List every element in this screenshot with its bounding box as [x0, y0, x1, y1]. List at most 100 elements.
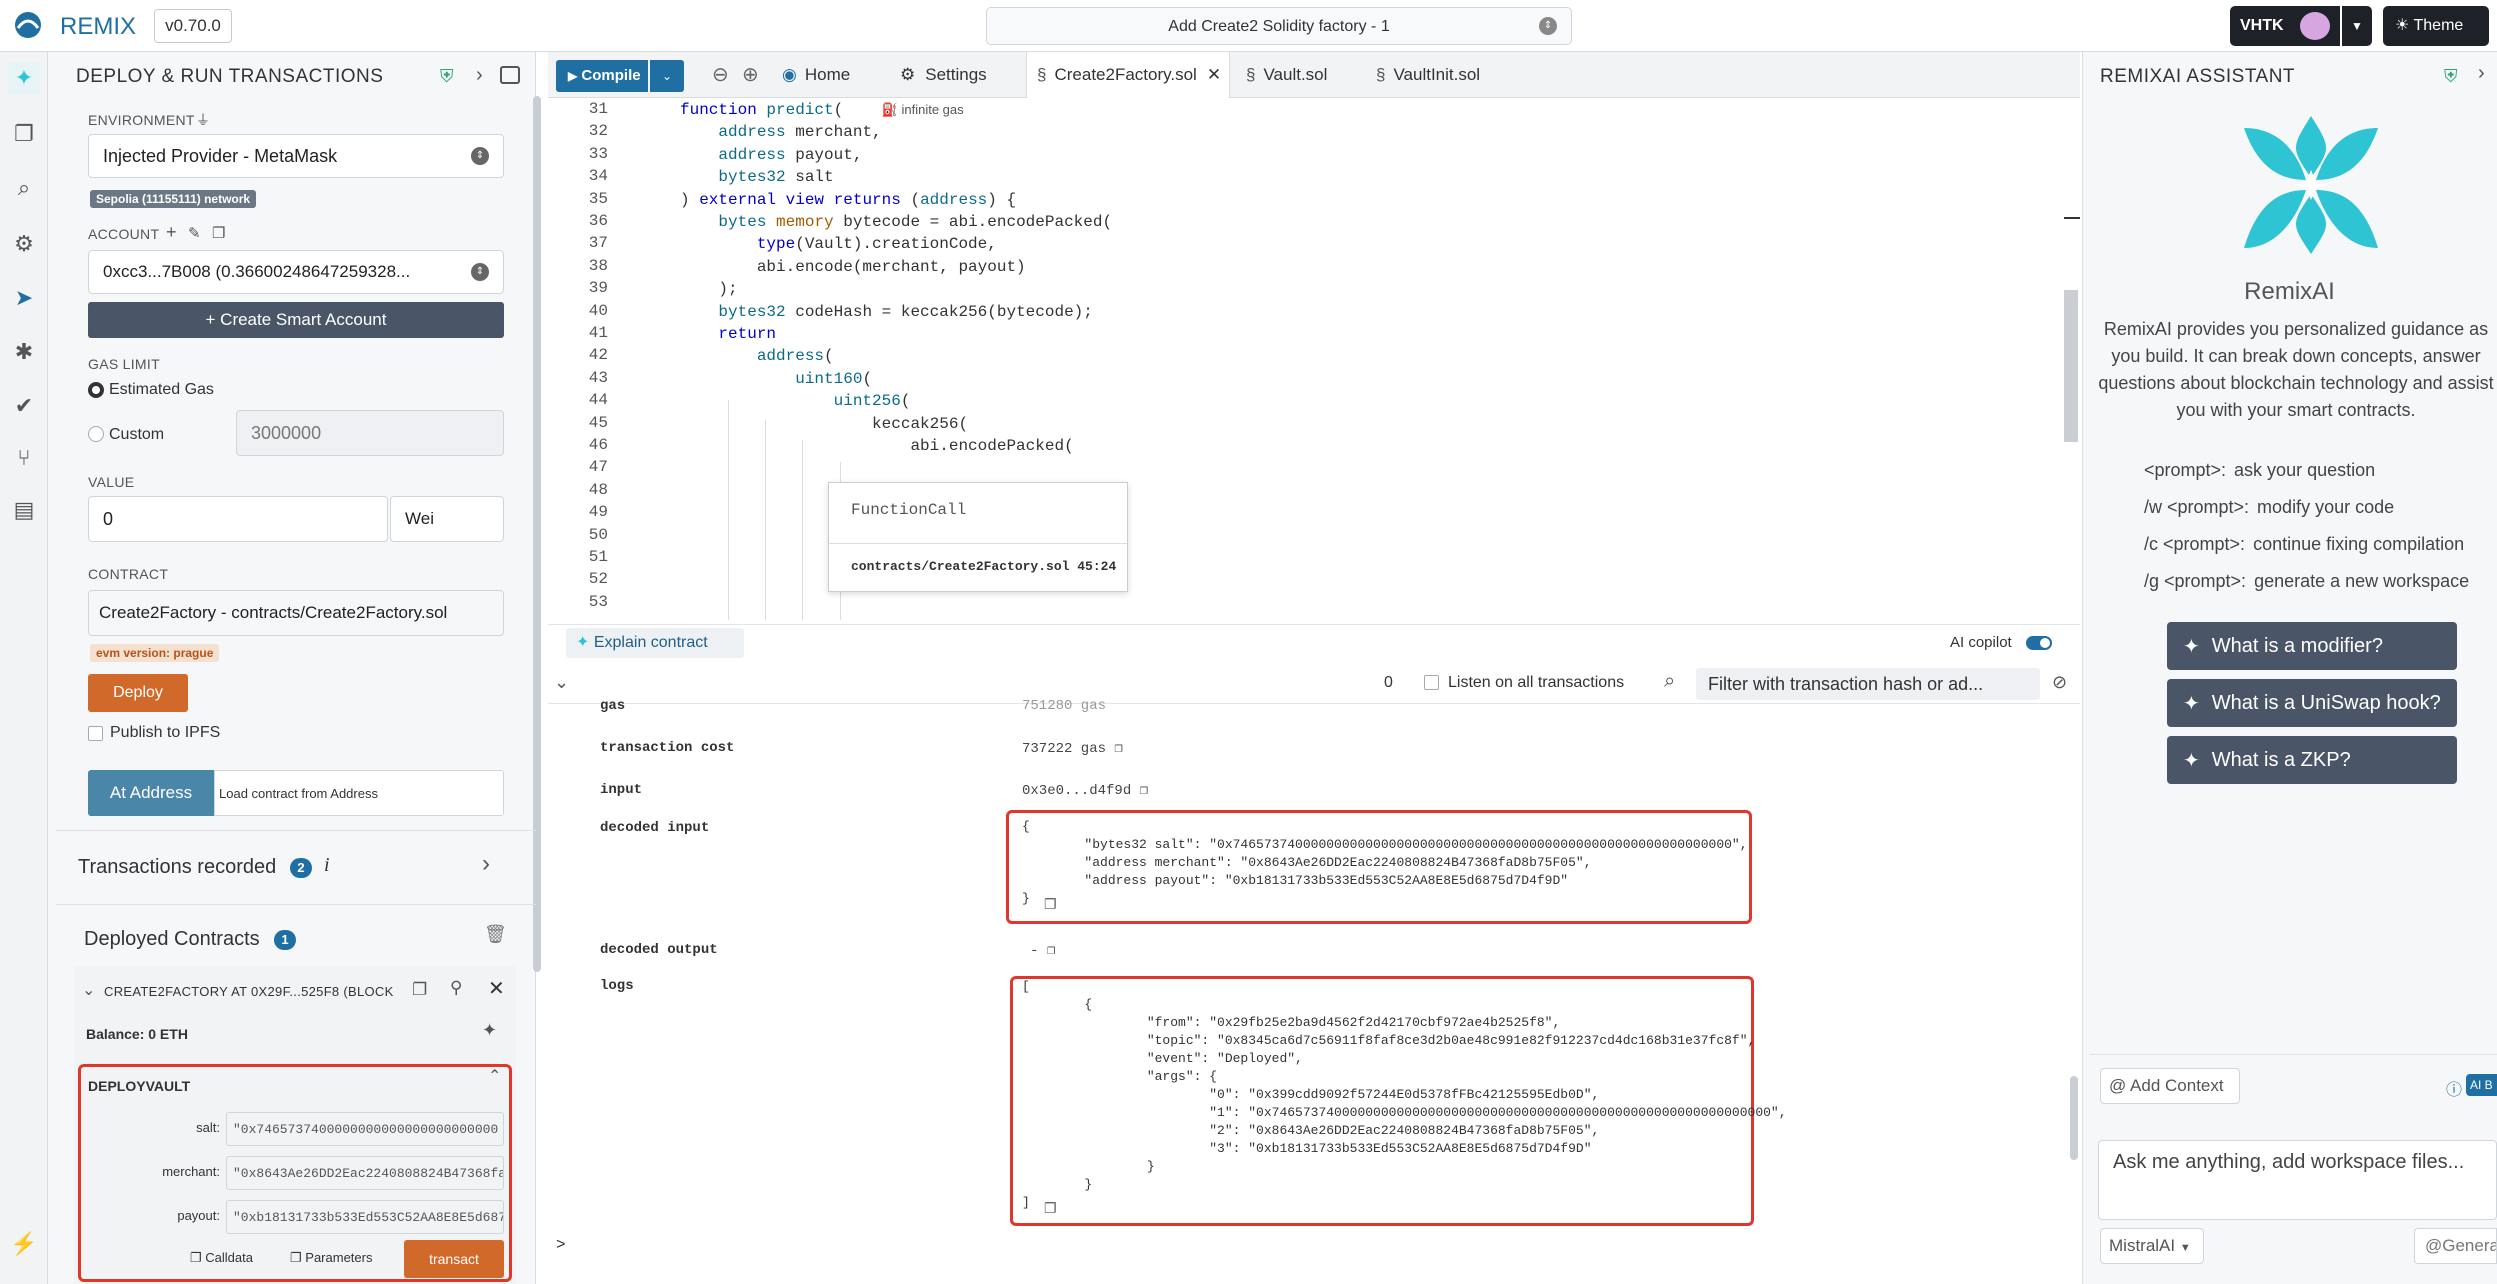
- file-explorer-icon[interactable]: ❐: [8, 118, 40, 150]
- account-dropdown-button[interactable]: ▼: [2342, 6, 2372, 46]
- pin-icon[interactable]: ⚲: [450, 978, 462, 998]
- generate-button[interactable]: @Genera: [2414, 1228, 2497, 1264]
- shield-icon: ⛨: [2444, 66, 2458, 86]
- clear-console-icon[interactable]: ⊘: [2052, 672, 2067, 693]
- value-label: VALUE: [88, 474, 135, 490]
- tab-create2factory[interactable]: § Create2Factory.sol ✕: [1026, 52, 1230, 98]
- network-badge: Sepolia (11155111) network: [90, 190, 257, 208]
- command-description: generate a new workspace: [2254, 571, 2470, 591]
- function-call-tooltip: FunctionCall contracts/Create2Factory.so…: [828, 482, 1128, 592]
- chevron-right-icon[interactable]: ›: [2478, 62, 2485, 85]
- tooltip-divider: [829, 543, 1127, 544]
- chevron-down-icon[interactable]: ⌄: [82, 980, 95, 1000]
- gas-label: gas: [600, 698, 626, 714]
- compile-dropdown-button[interactable]: ⌄: [650, 60, 684, 92]
- suggestion-button[interactable]: ✦ What is a modifier?: [2167, 622, 2457, 670]
- zoom-in-icon[interactable]: ⊕: [742, 62, 759, 87]
- copy-icon[interactable]: ❐: [1044, 896, 1057, 913]
- workspace-selector[interactable]: Add Create2 Solidity factory - 1 ⇕: [986, 7, 1572, 45]
- model-select[interactable]: MistralAI ▼: [2100, 1228, 2204, 1264]
- tab-settings[interactable]: ⚙ Settings: [900, 52, 987, 98]
- create-smart-account-button[interactable]: + Create Smart Account: [88, 302, 504, 338]
- environment-select[interactable]: Injected Provider - MetaMask ⇕: [88, 134, 504, 178]
- chat-input[interactable]: Ask me anything, add workspace files...: [2098, 1140, 2497, 1220]
- account-badge[interactable]: VHTK: [2230, 6, 2340, 46]
- copy-icon[interactable]: ❐: [1140, 783, 1148, 799]
- copy-icon[interactable]: ❐: [1047, 943, 1055, 959]
- param-input[interactable]: "0xb18131733b533Ed553C52AA8E8E5d687: [226, 1200, 504, 1234]
- parameters-button[interactable]: ❐ Parameters: [290, 1250, 372, 1266]
- decoded-input-label: decoded input: [600, 820, 710, 836]
- tab-vaultinit[interactable]: § VaultInit.sol: [1376, 52, 1480, 98]
- copy-icon[interactable]: ❐: [412, 980, 427, 1000]
- ai-copilot-toggle[interactable]: [2026, 636, 2052, 650]
- param-value: "0xb18131733b533Ed553C52AA8E8E5d687: [233, 1210, 504, 1225]
- command-name: <prompt>:: [2144, 460, 2227, 480]
- param-input[interactable]: "0x8643Ae26DD2Eac2240808824B47368fa: [226, 1156, 504, 1190]
- editor-scrollbar[interactable]: [2064, 290, 2078, 442]
- sparkle-icon[interactable]: ✦: [482, 1020, 497, 1041]
- account-select[interactable]: 0xcc3...7B008 (0.36600248647259328... ⇕: [88, 250, 504, 294]
- line-number: 31: [588, 100, 608, 118]
- remix-logo-icon[interactable]: [8, 10, 52, 40]
- trash-icon[interactable]: 🗑: [484, 924, 507, 945]
- value-unit-select[interactable]: Wei: [390, 496, 504, 542]
- copy-icon[interactable]: ❐: [1114, 741, 1122, 757]
- listen-checkbox[interactable]: [1424, 675, 1439, 690]
- close-icon[interactable]: ✕: [488, 976, 505, 1001]
- compile-button[interactable]: ▶ Compile: [556, 60, 648, 92]
- param-label: payout:: [177, 1208, 220, 1223]
- copy-icon[interactable]: ❐: [1044, 1200, 1057, 1217]
- zoom-out-icon[interactable]: ⊖: [712, 62, 729, 87]
- value-input[interactable]: 0: [88, 496, 388, 542]
- transact-button[interactable]: transact: [404, 1240, 504, 1278]
- param-input[interactable]: "0x7465737400000000000000000000000: [226, 1112, 504, 1146]
- workspace-name: Add Create2 Solidity factory - 1: [1168, 18, 1390, 35]
- deploy-button[interactable]: Deploy: [88, 674, 188, 712]
- remixai-icon[interactable]: ✦: [8, 62, 40, 94]
- tab-home[interactable]: ◉ Home: [782, 52, 850, 98]
- custom-gas-radio[interactable]: [88, 426, 104, 442]
- transactions-recorded-section[interactable]: Transactions recorded 2 i ›: [56, 832, 536, 902]
- testing-icon[interactable]: ✔: [8, 390, 40, 422]
- edit-icon[interactable]: ✎: [188, 224, 201, 242]
- terminal-scrollbar[interactable]: [2070, 1076, 2078, 1160]
- collapse-terminal-icon[interactable]: ⌄: [554, 672, 569, 693]
- estimated-gas-radio[interactable]: [88, 382, 104, 398]
- line-number: 43: [588, 368, 608, 387]
- chevron-right-icon[interactable]: ›: [476, 64, 483, 87]
- suggestion-button[interactable]: ✦ What is a UniSwap hook?: [2167, 679, 2457, 727]
- input-label: input: [600, 782, 643, 798]
- theme-button[interactable]: ☀ Theme: [2383, 6, 2489, 46]
- icon-rail: ✦ ❐ ⌕ ⚙ ➤ ✱ ✔ ⑂ ▤ ⚡: [0, 52, 48, 1284]
- panel-toggle-icon[interactable]: [500, 66, 520, 84]
- add-context-button[interactable]: @ Add Context: [2100, 1068, 2240, 1104]
- at-address-input[interactable]: Load contract from Address: [214, 770, 504, 816]
- debugger-icon[interactable]: ✱: [8, 336, 40, 368]
- add-account-icon[interactable]: +: [166, 222, 177, 243]
- calldata-button[interactable]: ❐ Calldata: [190, 1250, 253, 1266]
- tooltip-reference[interactable]: contracts/Create2Factory.sol 45:24: [851, 559, 1116, 574]
- copy-icon[interactable]: ❐: [212, 224, 225, 242]
- contract-select[interactable]: Create2Factory - contracts/Create2Factor…: [88, 590, 504, 636]
- filter-input[interactable]: Filter with transaction hash or ad...: [1696, 668, 2040, 700]
- play-icon: ▶: [568, 69, 578, 83]
- tab-vault[interactable]: § Vault.sol: [1246, 52, 1327, 98]
- custom-gas-input[interactable]: 3000000: [236, 410, 504, 456]
- at-address-button[interactable]: At Address: [88, 770, 214, 816]
- search-icon[interactable]: ⌕: [8, 172, 40, 204]
- close-icon[interactable]: ✕: [1207, 65, 1221, 85]
- evm-badge: evm version: prague: [90, 644, 220, 662]
- terminal-prompt[interactable]: >: [556, 1236, 566, 1254]
- instance-title: CREATE2FACTORY AT 0X29F...525F8 (BLOCK: [104, 984, 394, 999]
- chevron-up-icon[interactable]: ⌃: [488, 1066, 501, 1086]
- publish-ipfs-checkbox[interactable]: [88, 726, 103, 741]
- explain-contract-button[interactable]: ✦ Explain contract: [566, 628, 744, 658]
- environment-label: ENVIRONMENT: [88, 112, 195, 128]
- suggestion-button[interactable]: ✦ What is a ZKP?: [2167, 736, 2457, 784]
- deploy-run-icon[interactable]: ➤: [8, 282, 40, 314]
- git-icon[interactable]: ⑂: [8, 442, 40, 474]
- learneth-icon[interactable]: ▤: [8, 494, 40, 526]
- solidity-compiler-icon[interactable]: ⚙: [8, 228, 40, 260]
- plugin-manager-icon[interactable]: ⚡: [8, 1228, 40, 1260]
